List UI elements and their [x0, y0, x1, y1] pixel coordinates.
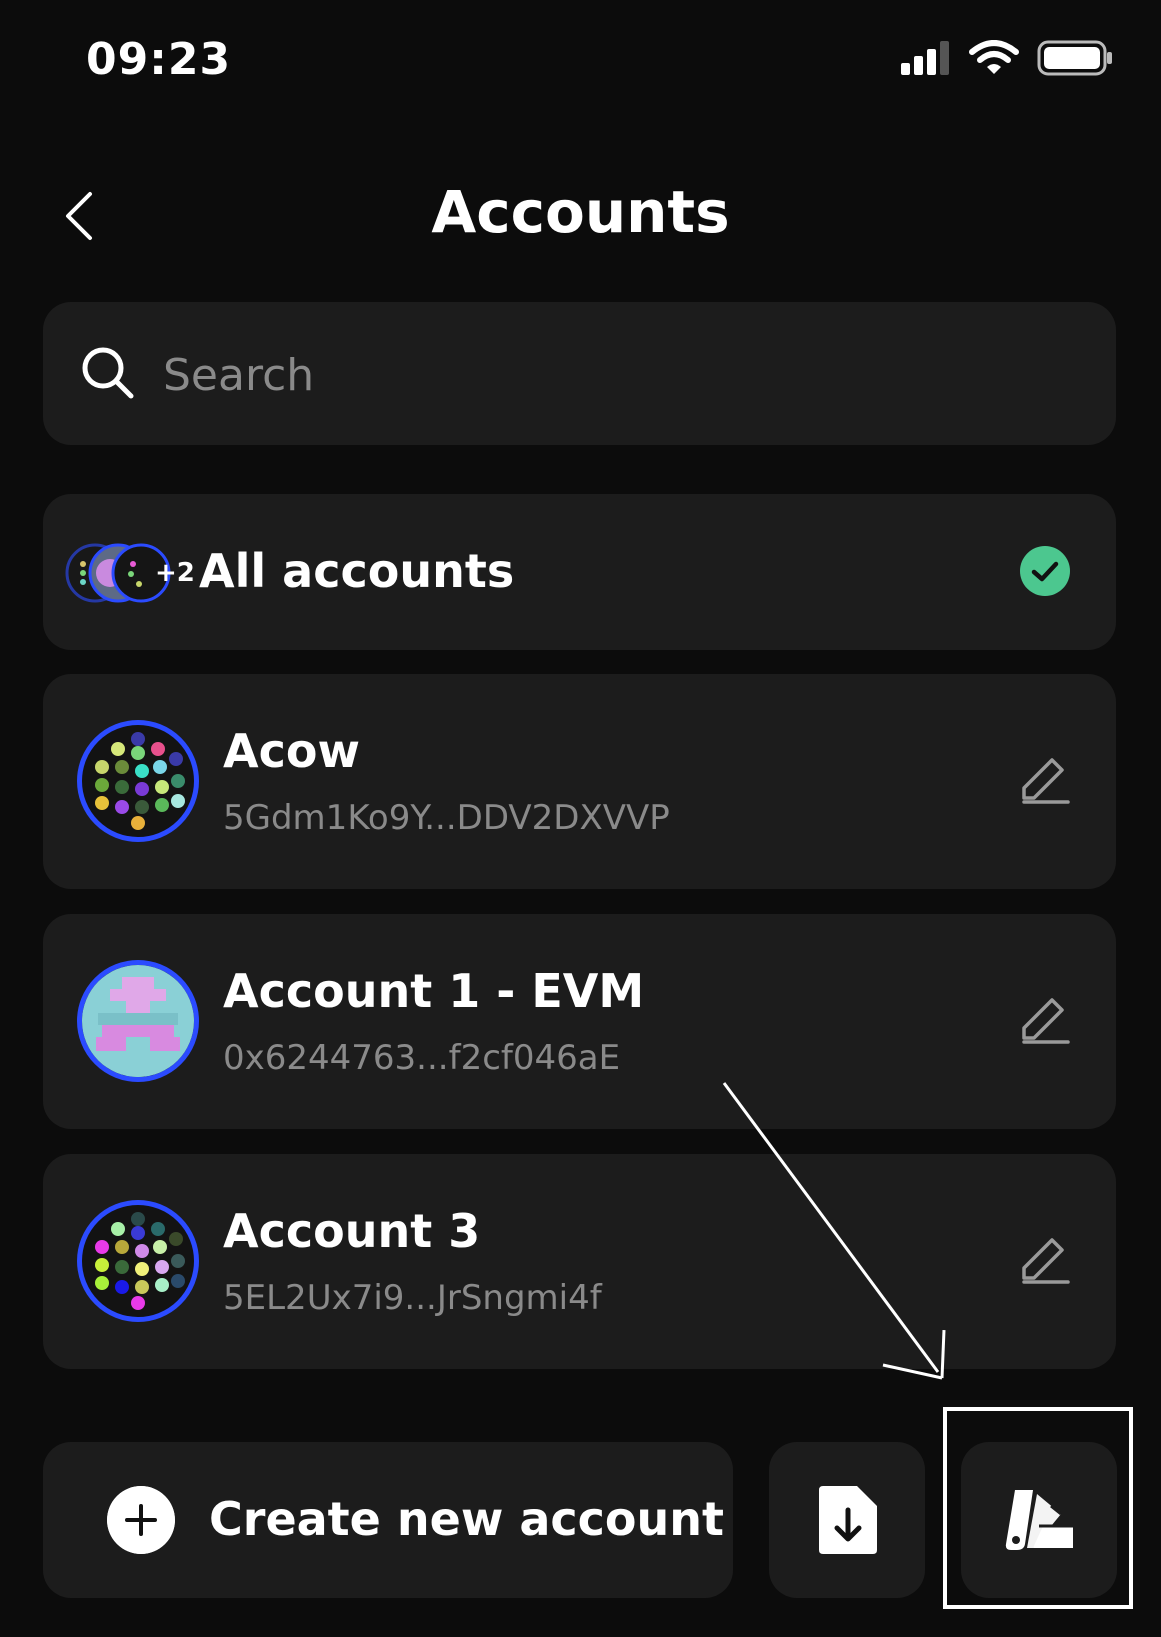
status-bar: 09:23 — [0, 0, 1161, 120]
avatar — [77, 720, 199, 842]
header: Accounts — [0, 160, 1161, 270]
pixel-identicon-icon — [82, 965, 194, 1077]
import-account-button[interactable] — [769, 1442, 925, 1598]
identicon-icon — [95, 1212, 185, 1310]
all-accounts-label: All accounts — [199, 544, 515, 598]
account-name: Account 1 - EVM — [223, 964, 645, 1018]
edit-pencil-icon[interactable] — [1018, 1232, 1074, 1288]
account-name: Account 3 — [223, 1204, 481, 1258]
wifi-icon — [969, 40, 1019, 74]
edit-pencil-icon[interactable] — [1018, 992, 1074, 1048]
avatar — [77, 1200, 199, 1322]
extra-accounts-count: +2 — [155, 558, 195, 588]
search-bar[interactable] — [43, 302, 1116, 445]
status-time: 09:23 — [86, 34, 232, 85]
account-address: 0x6244763...f2cf046aE — [223, 1038, 621, 1078]
file-download-icon — [819, 1486, 877, 1554]
search-input[interactable] — [161, 330, 1065, 420]
account-row-account-1-evm[interactable]: Account 1 - EVM 0x6244763...f2cf046aE — [43, 914, 1116, 1129]
edit-pencil-icon[interactable] — [1018, 752, 1074, 808]
search-icon — [82, 347, 134, 399]
account-name: Acow — [223, 724, 360, 778]
page-title: Accounts — [431, 178, 730, 246]
all-accounts-row[interactable]: +2 All accounts — [43, 494, 1116, 650]
create-new-account-label: Create new account — [209, 1492, 725, 1546]
identicon-icon — [95, 732, 185, 830]
create-new-account-button[interactable]: Create new account — [43, 1442, 733, 1598]
battery-icon — [1037, 40, 1112, 76]
highlight-box — [943, 1407, 1133, 1609]
account-row-acow[interactable]: Acow 5Gdm1Ko9Y...DDV2DXVVP — [43, 674, 1116, 889]
avatar — [77, 960, 199, 1082]
account-row-account-3[interactable]: Account 3 5EL2Ux7i9...JrSngmi4f — [43, 1154, 1116, 1369]
cellular-signal-icon — [901, 41, 949, 75]
account-address: 5Gdm1Ko9Y...DDV2DXVVP — [223, 798, 670, 838]
selected-check-icon — [1020, 546, 1070, 596]
account-address: 5EL2Ux7i9...JrSngmi4f — [223, 1278, 602, 1318]
status-icons — [901, 40, 1113, 76]
plus-icon — [107, 1486, 175, 1554]
